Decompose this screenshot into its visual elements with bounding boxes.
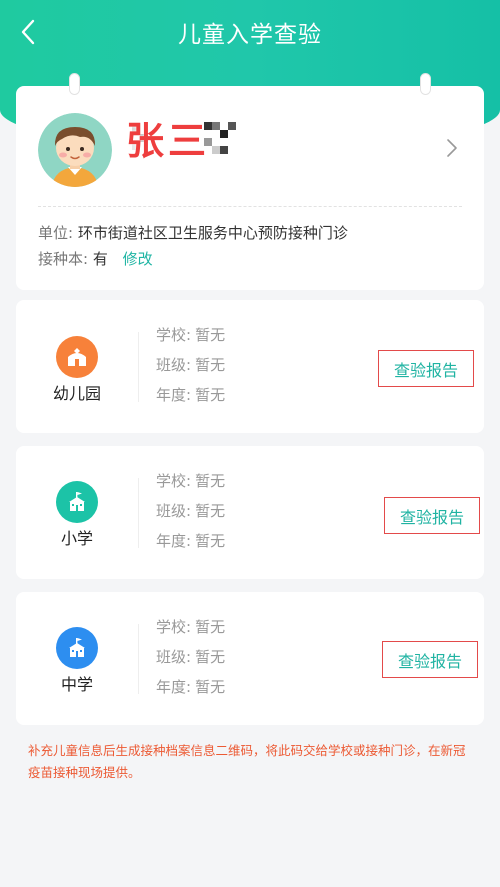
info-note: 补充儿童信息后生成接种档案信息二维码，将此码交给学校或接种门诊，在新冠疫苗接种现…: [28, 743, 466, 780]
back-button[interactable]: [12, 16, 44, 48]
middle-school-card: 中学 学校: 暂无 班级: 暂无 年度: 暂无 查验报告: [16, 592, 484, 725]
card-divider: [138, 624, 139, 694]
kindergarten-report-button[interactable]: 查验报告: [378, 350, 474, 387]
card-divider: [138, 332, 139, 402]
middle-school-label: 中学: [60, 675, 93, 694]
year-row: 年度: 暂无: [156, 532, 226, 550]
school-row: 学校: 暂无: [156, 472, 226, 490]
unit-row: 单位: 环市街道社区卫生服务中心预防接种门诊: [38, 224, 348, 242]
class-row: 班级: 暂无: [156, 648, 226, 666]
child-avatar: [38, 113, 112, 187]
year-row: 年度: 暂无: [156, 386, 226, 404]
card-clip-left: [70, 74, 79, 94]
kindergarten-label: 幼儿园: [52, 384, 101, 403]
kindergarten-card: 幼儿园 学校: 暂无 班级: 暂无 年度: 暂无 查验报告: [16, 300, 484, 433]
nav-bar: 儿童入学查验: [0, 0, 500, 64]
year-row: 年度: 暂无: [156, 678, 226, 696]
primary-school-icon: [56, 481, 98, 523]
chevron-right-icon[interactable]: [442, 136, 462, 160]
class-row: 班级: 暂无: [156, 502, 226, 520]
primary-school-report-button[interactable]: 查验报告: [384, 497, 480, 534]
edit-link[interactable]: 修改: [123, 250, 153, 268]
middle-school-icon: [56, 627, 98, 669]
unit-value: 环市街道社区卫生服务中心预防接种门诊: [77, 224, 348, 242]
page-title: 儿童入学查验: [178, 22, 322, 48]
primary-school-card: 小学 学校: 暂无 班级: 暂无 年度: 暂无 查验报告: [16, 446, 484, 579]
primary-school-label: 小学: [60, 529, 93, 548]
middle-school-report-button[interactable]: 查验报告: [382, 641, 478, 678]
card-divider: [138, 478, 139, 548]
book-value: 有: [92, 250, 108, 268]
child-name: 张三: [126, 118, 211, 163]
vaccination-book-row: 接种本: 有 修改: [38, 250, 153, 268]
back-arrow-icon: [21, 19, 35, 45]
card-clip-right: [421, 74, 430, 94]
class-row: 班级: 暂无: [156, 356, 226, 374]
kindergarten-icon: [56, 336, 98, 378]
profile-divider: [38, 206, 462, 207]
school-row: 学校: 暂无: [156, 326, 226, 344]
child-profile-card[interactable]: 张三 单位: 环市街道社区卫生服务中心预防接种门诊 接种本: 有 修改: [16, 86, 484, 290]
school-row: 学校: 暂无: [156, 618, 226, 636]
